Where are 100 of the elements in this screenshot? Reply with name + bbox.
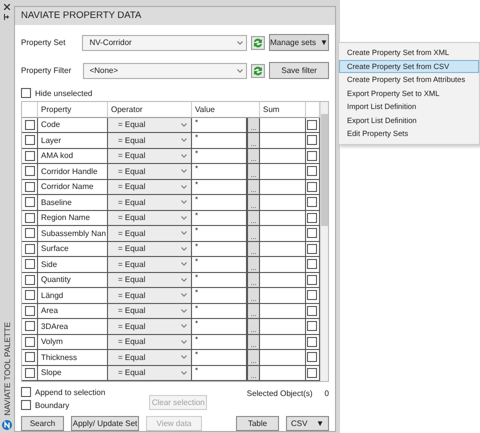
sum-checkbox[interactable] (307, 182, 317, 192)
operator-dropdown[interactable]: = Equal (108, 226, 192, 242)
operator-dropdown[interactable]: = Equal (108, 148, 192, 164)
checkbox[interactable] (21, 387, 31, 397)
pin-icon[interactable] (4, 14, 10, 20)
sum-checkbox[interactable] (307, 274, 317, 285)
sum-checkbox[interactable] (307, 244, 317, 254)
operator-dropdown[interactable]: = Equal (108, 133, 192, 148)
operator-dropdown[interactable]: = Equal (108, 334, 192, 350)
sum-checkbox[interactable] (307, 352, 317, 362)
chevron-icon (181, 370, 187, 375)
row-checkbox[interactable] (25, 120, 35, 130)
row-checkbox[interactable] (25, 290, 35, 300)
chevron-icon (181, 231, 187, 236)
row-checkbox[interactable] (25, 197, 35, 208)
property-set-label: Property Set (21, 38, 66, 47)
property-filter-dropdown[interactable]: <None> (82, 62, 248, 78)
table-button[interactable]: Table (236, 416, 279, 431)
operator-dropdown[interactable]: = Equal (108, 350, 192, 366)
chevron-icon (181, 355, 187, 360)
operator-dropdown[interactable]: = Equal (108, 319, 192, 334)
value-field[interactable]: * (192, 226, 247, 242)
operator-dropdown[interactable]: = Equal (108, 366, 192, 381)
close-icon[interactable] (4, 4, 10, 10)
row-checkbox[interactable] (25, 166, 35, 176)
row-checkbox[interactable] (25, 135, 35, 146)
checkbox[interactable] (21, 400, 31, 410)
operator-dropdown[interactable]: = Equal (108, 288, 192, 304)
chevron-icon (181, 122, 187, 127)
operator-dropdown[interactable]: = Equal (108, 195, 192, 210)
row-checkbox[interactable] (25, 368, 35, 378)
chevron-icon (181, 308, 187, 313)
scrollbar[interactable] (320, 102, 328, 381)
value-field[interactable]: * (192, 366, 247, 381)
value-field[interactable]: * (192, 242, 247, 257)
sum-checkbox[interactable] (307, 336, 317, 347)
sum-checkbox[interactable] (307, 135, 317, 146)
refresh-icon[interactable] (251, 64, 266, 78)
chevron-icon (181, 138, 187, 142)
property-set-dropdown[interactable]: NV-Corridor (82, 34, 248, 50)
sum-checkbox[interactable] (307, 259, 317, 270)
action-button[interactable]: Apply/ Update Set (71, 416, 139, 431)
value-field[interactable]: * (192, 148, 247, 164)
operator-dropdown[interactable]: = Equal (108, 164, 192, 180)
row-checkbox[interactable] (25, 274, 35, 285)
value-field[interactable]: * (192, 180, 247, 195)
operator-dropdown[interactable]: = Equal (108, 304, 192, 319)
sum-checkbox[interactable] (307, 321, 317, 332)
sum-checkbox[interactable] (307, 197, 317, 208)
sum-checkbox[interactable] (307, 150, 317, 161)
row-checkbox[interactable] (25, 321, 35, 332)
sum-checkbox[interactable] (307, 228, 317, 238)
row-checkbox[interactable] (25, 182, 35, 192)
sum-checkbox[interactable] (307, 212, 317, 223)
value-field[interactable]: * (192, 118, 247, 133)
table-cell: Corridor Name (38, 180, 108, 195)
table-cell: Layer (38, 133, 108, 148)
sum-checkbox[interactable] (307, 368, 317, 378)
value-field[interactable]: * (192, 210, 247, 226)
value-field[interactable]: * (192, 257, 247, 272)
value-field[interactable]: * (192, 195, 247, 210)
operator-dropdown[interactable]: = Equal (108, 118, 192, 133)
row-checkbox[interactable] (25, 259, 35, 270)
row-checkbox[interactable] (25, 212, 35, 223)
sum-checkbox[interactable] (307, 306, 317, 316)
sum-checkbox[interactable] (307, 290, 317, 300)
save-filter-button[interactable]: Save filter (269, 62, 329, 79)
checkbox[interactable] (21, 88, 31, 98)
row-checkbox[interactable] (25, 150, 35, 161)
manage-sets-button[interactable]: Manage sets ▼ (269, 34, 329, 51)
value-field[interactable]: * (192, 304, 247, 319)
operator-dropdown[interactable]: = Equal (108, 180, 192, 195)
value-field[interactable]: * (192, 350, 247, 366)
checkbox-label: Append to selection (35, 388, 106, 396)
value-field[interactable]: * (192, 334, 247, 350)
operator-dropdown[interactable]: = Equal (108, 272, 192, 288)
value-field[interactable]: * (192, 164, 247, 180)
table-cell: Volym (38, 334, 108, 350)
row-checkbox[interactable] (25, 244, 35, 254)
value-field[interactable]: * (192, 133, 247, 148)
chevron-icon (181, 278, 187, 282)
sum-checkbox[interactable] (307, 166, 317, 176)
property-filter-label: Property Filter (21, 66, 72, 75)
sum-checkbox[interactable] (307, 120, 317, 130)
value-field[interactable]: * (192, 319, 247, 334)
table-cell: Längd (38, 288, 108, 304)
row-checkbox[interactable] (25, 306, 35, 316)
value-field[interactable]: * (192, 288, 247, 304)
value-field[interactable]: * (192, 272, 247, 288)
operator-dropdown[interactable]: = Equal (108, 210, 192, 226)
refresh-icon[interactable] (251, 36, 265, 50)
row-checkbox[interactable] (25, 228, 35, 238)
operator-dropdown[interactable]: = Equal (108, 257, 192, 272)
chevron-icon (181, 184, 187, 189)
format-dropdown[interactable]: CSV ▼ (286, 416, 329, 431)
table-cell: Surface (38, 242, 108, 257)
operator-dropdown[interactable]: = Equal (108, 242, 192, 257)
action-button[interactable]: Search (21, 416, 64, 431)
row-checkbox[interactable] (25, 352, 35, 362)
row-checkbox[interactable] (25, 336, 35, 347)
